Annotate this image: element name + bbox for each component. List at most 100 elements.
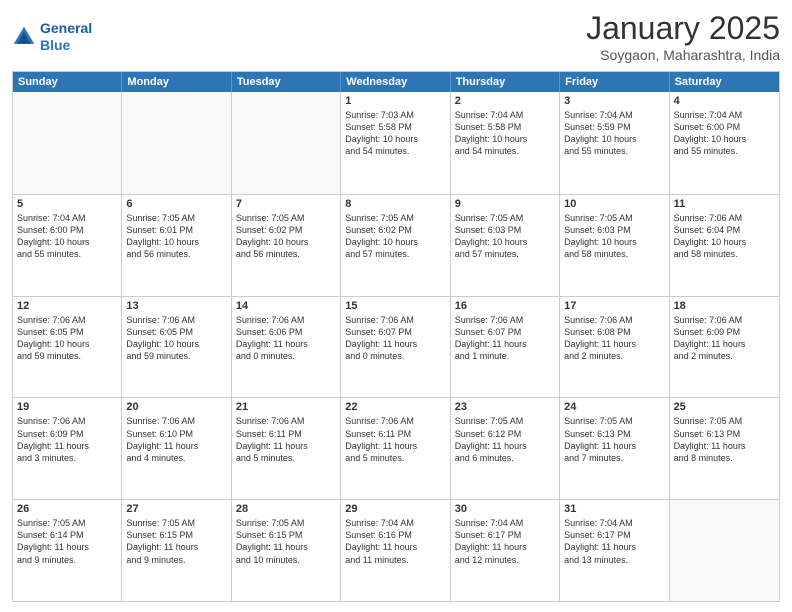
calendar-cell: 14 Sunrise: 7:06 AMSunset: 6:06 PMDayligh… (232, 297, 341, 398)
day-number: 16 (455, 300, 555, 312)
weekday-header: Saturday (670, 72, 779, 92)
day-info: Sunrise: 7:06 AMSunset: 6:11 PMDaylight:… (345, 415, 445, 464)
day-info: Sunrise: 7:05 AMSunset: 6:15 PMDaylight:… (126, 517, 226, 566)
logo-text: General Blue (40, 20, 92, 54)
day-info: Sunrise: 7:06 AMSunset: 6:10 PMDaylight:… (126, 415, 226, 464)
day-info: Sunrise: 7:05 AMSunset: 6:03 PMDaylight:… (564, 212, 664, 261)
calendar-header: SundayMondayTuesdayWednesdayThursdayFrid… (13, 72, 779, 92)
logo-blue: Blue (40, 37, 70, 53)
day-info: Sunrise: 7:06 AMSunset: 6:06 PMDaylight:… (236, 314, 336, 363)
day-info: Sunrise: 7:06 AMSunset: 6:08 PMDaylight:… (564, 314, 664, 363)
calendar-cell: 22 Sunrise: 7:06 AMSunset: 6:11 PMDayligh… (341, 398, 450, 499)
calendar-cell: 23 Sunrise: 7:05 AMSunset: 6:12 PMDayligh… (451, 398, 560, 499)
location-subtitle: Soygaon, Maharashtra, India (586, 47, 780, 63)
title-block: January 2025 Soygaon, Maharashtra, India (586, 10, 780, 63)
day-info: Sunrise: 7:05 AMSunset: 6:15 PMDaylight:… (236, 517, 336, 566)
day-number: 6 (126, 198, 226, 210)
calendar: SundayMondayTuesdayWednesdayThursdayFrid… (12, 71, 780, 602)
day-number: 3 (564, 95, 664, 107)
calendar-row: 5 Sunrise: 7:04 AMSunset: 6:00 PMDaylight… (13, 194, 779, 296)
day-number: 14 (236, 300, 336, 312)
day-number: 11 (674, 198, 775, 210)
weekday-header: Tuesday (232, 72, 341, 92)
day-number: 12 (17, 300, 117, 312)
calendar-cell: 28 Sunrise: 7:05 AMSunset: 6:15 PMDayligh… (232, 500, 341, 601)
logo-general: General (40, 20, 92, 36)
day-number: 26 (17, 503, 117, 515)
calendar-body: 1 Sunrise: 7:03 AMSunset: 5:58 PMDaylight… (13, 92, 779, 601)
calendar-cell: 15 Sunrise: 7:06 AMSunset: 6:07 PMDayligh… (341, 297, 450, 398)
day-info: Sunrise: 7:04 AMSunset: 6:00 PMDaylight:… (17, 212, 117, 261)
calendar-cell: 12 Sunrise: 7:06 AMSunset: 6:05 PMDayligh… (13, 297, 122, 398)
day-number: 10 (564, 198, 664, 210)
day-number: 15 (345, 300, 445, 312)
calendar-cell: 27Sunrise: 7:05 AMSunset: 6:15 PMDayligh… (122, 500, 231, 601)
calendar-cell: 4Sunrise: 7:04 AMSunset: 6:00 PMDaylight… (670, 92, 779, 194)
calendar-cell: 20 Sunrise: 7:06 AMSunset: 6:10 PMDayligh… (122, 398, 231, 499)
day-info: Sunrise: 7:05 AMSunset: 6:12 PMDaylight:… (455, 415, 555, 464)
weekday-header: Monday (122, 72, 231, 92)
calendar-cell: 9Sunrise: 7:05 AMSunset: 6:03 PMDaylight… (451, 195, 560, 296)
day-number: 17 (564, 300, 664, 312)
calendar-cell: 6 Sunrise: 7:05 AMSunset: 6:01 PMDaylight… (122, 195, 231, 296)
day-number: 30 (455, 503, 555, 515)
day-number: 1 (345, 95, 445, 107)
page-container: General Blue January 2025 Soygaon, Mahar… (0, 0, 792, 612)
day-info: Sunrise: 7:04 AMSunset: 5:59 PMDaylight:… (564, 109, 664, 158)
day-info: Sunrise: 7:06 AMSunset: 6:11 PMDaylight:… (236, 415, 336, 464)
day-info: Sunrise: 7:05 AMSunset: 6:02 PMDaylight:… (236, 212, 336, 261)
day-info: Sunrise: 7:04 AMSunset: 6:17 PMDaylight:… (455, 517, 555, 566)
calendar-cell: 26 Sunrise: 7:05 AMSunset: 6:14 PMDayligh… (13, 500, 122, 601)
day-info: Sunrise: 7:06 AMSunset: 6:04 PMDaylight:… (674, 212, 775, 261)
day-number: 20 (126, 401, 226, 413)
calendar-cell (122, 92, 231, 194)
day-info: Sunrise: 7:05 AMSunset: 6:01 PMDaylight:… (126, 212, 226, 261)
day-number: 23 (455, 401, 555, 413)
calendar-row: 1 Sunrise: 7:03 AMSunset: 5:58 PMDaylight… (13, 92, 779, 194)
calendar-cell (13, 92, 122, 194)
logo-icon (12, 25, 36, 49)
day-number: 9 (455, 198, 555, 210)
calendar-cell: 5 Sunrise: 7:04 AMSunset: 6:00 PMDaylight… (13, 195, 122, 296)
day-info: Sunrise: 7:06 AMSunset: 6:07 PMDaylight:… (455, 314, 555, 363)
calendar-cell: 18 Sunrise: 7:06 AMSunset: 6:09 PMDayligh… (670, 297, 779, 398)
day-info: Sunrise: 7:06 AMSunset: 6:05 PMDaylight:… (17, 314, 117, 363)
day-number: 21 (236, 401, 336, 413)
day-info: Sunrise: 7:06 AMSunset: 6:09 PMDaylight:… (674, 314, 775, 363)
day-number: 5 (17, 198, 117, 210)
calendar-cell: 13Sunrise: 7:06 AMSunset: 6:05 PMDayligh… (122, 297, 231, 398)
weekday-header: Wednesday (341, 72, 450, 92)
day-number: 28 (236, 503, 336, 515)
day-info: Sunrise: 7:06 AMSunset: 6:07 PMDaylight:… (345, 314, 445, 363)
day-number: 8 (345, 198, 445, 210)
day-number: 7 (236, 198, 336, 210)
calendar-cell: 31Sunrise: 7:04 AMSunset: 6:17 PMDayligh… (560, 500, 669, 601)
weekday-header: Thursday (451, 72, 560, 92)
day-number: 25 (674, 401, 775, 413)
day-info: Sunrise: 7:03 AMSunset: 5:58 PMDaylight:… (345, 109, 445, 158)
weekday-header: Sunday (13, 72, 122, 92)
day-info: Sunrise: 7:04 AMSunset: 6:16 PMDaylight:… (345, 517, 445, 566)
day-info: Sunrise: 7:04 AMSunset: 6:00 PMDaylight:… (674, 109, 775, 158)
day-number: 22 (345, 401, 445, 413)
calendar-cell: 8Sunrise: 7:05 AMSunset: 6:02 PMDaylight… (341, 195, 450, 296)
day-number: 31 (564, 503, 664, 515)
calendar-cell (670, 500, 779, 601)
weekday-header: Friday (560, 72, 669, 92)
calendar-cell: 16 Sunrise: 7:06 AMSunset: 6:07 PMDayligh… (451, 297, 560, 398)
calendar-row: 26 Sunrise: 7:05 AMSunset: 6:14 PMDayligh… (13, 499, 779, 601)
day-info: Sunrise: 7:05 AMSunset: 6:14 PMDaylight:… (17, 517, 117, 566)
calendar-cell: 1 Sunrise: 7:03 AMSunset: 5:58 PMDaylight… (341, 92, 450, 194)
day-number: 18 (674, 300, 775, 312)
day-number: 24 (564, 401, 664, 413)
calendar-row: 12 Sunrise: 7:06 AMSunset: 6:05 PMDayligh… (13, 296, 779, 398)
calendar-cell: 7 Sunrise: 7:05 AMSunset: 6:02 PMDaylight… (232, 195, 341, 296)
day-number: 13 (126, 300, 226, 312)
calendar-cell: 2Sunrise: 7:04 AMSunset: 5:58 PMDaylight… (451, 92, 560, 194)
calendar-cell: 19 Sunrise: 7:06 AMSunset: 6:09 PMDayligh… (13, 398, 122, 499)
day-number: 29 (345, 503, 445, 515)
day-info: Sunrise: 7:06 AMSunset: 6:09 PMDaylight:… (17, 415, 117, 464)
calendar-row: 19 Sunrise: 7:06 AMSunset: 6:09 PMDayligh… (13, 397, 779, 499)
day-number: 19 (17, 401, 117, 413)
calendar-cell: 10 Sunrise: 7:05 AMSunset: 6:03 PMDayligh… (560, 195, 669, 296)
